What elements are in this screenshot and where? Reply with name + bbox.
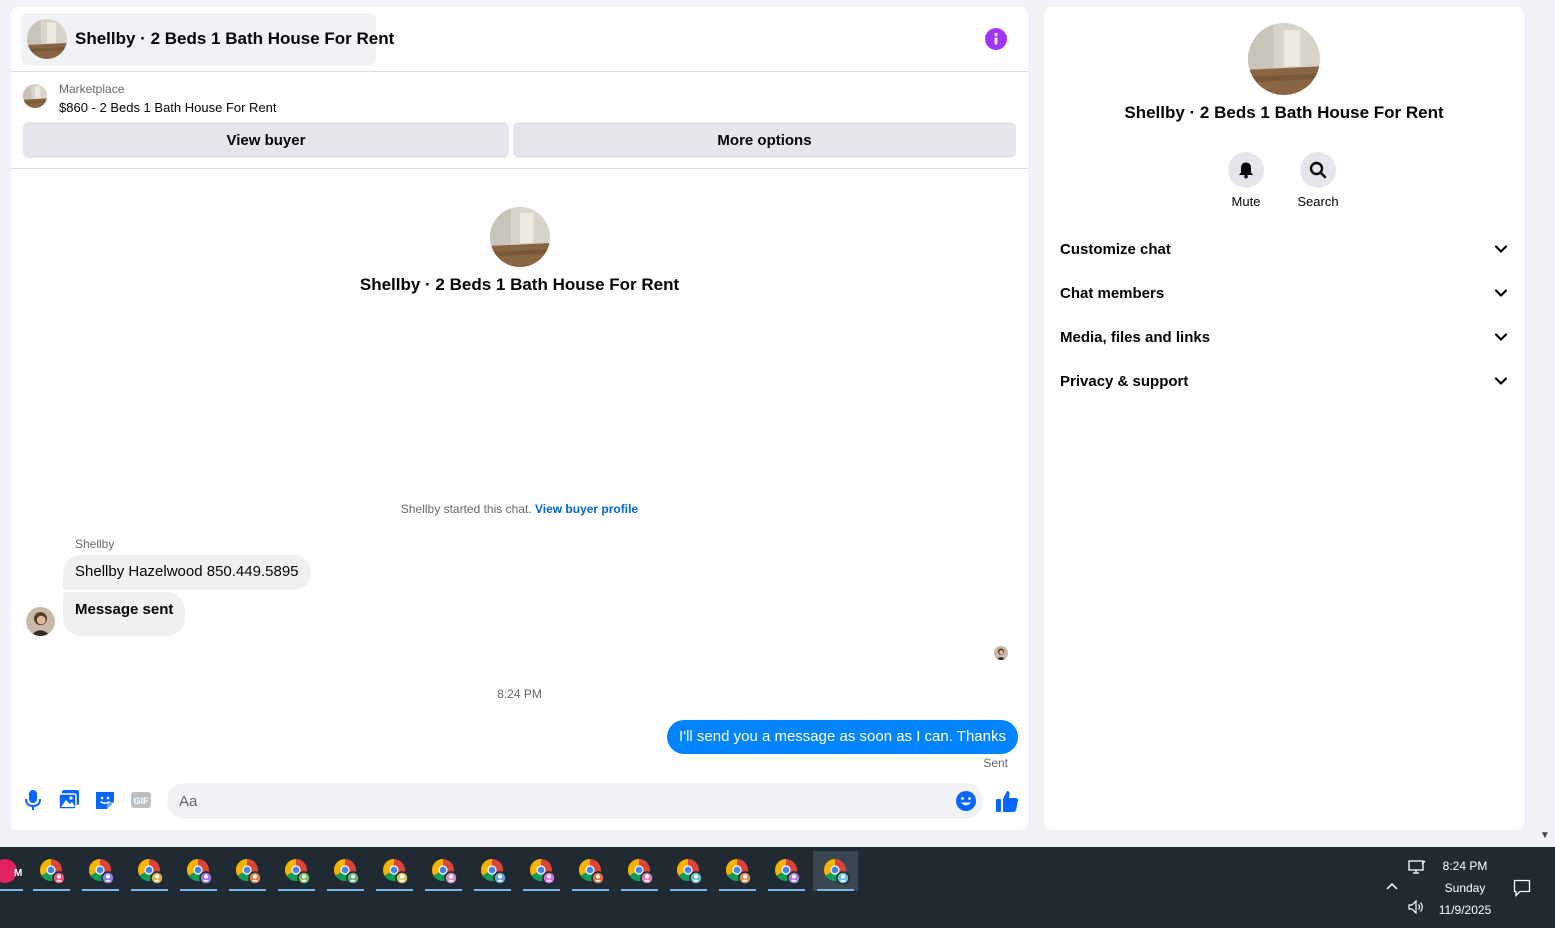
listing-source-label: Marketplace xyxy=(59,82,125,96)
section-label: Chat members xyxy=(1060,284,1165,302)
marketplace-listing-bar: Marketplace $860 - 2 Beds 1 Bath House F… xyxy=(11,72,1028,169)
taskbar-chrome-icon[interactable] xyxy=(225,851,270,891)
taskbar-chrome-icon[interactable] xyxy=(421,851,466,891)
emoji-icon[interactable] xyxy=(955,790,977,812)
chat-panel: Shellby · 2 Beds 1 Bath House For Rent M… xyxy=(11,7,1028,830)
thread-intro: Shellby · 2 Beds 1 Bath House For Rent xyxy=(11,207,1028,295)
info-panel-avatar[interactable] xyxy=(1248,23,1320,95)
message-timestamp: 8:24 PM xyxy=(497,687,542,701)
incoming-message[interactable]: Message sent xyxy=(63,592,186,636)
section-media-files-links[interactable]: Media, files and links xyxy=(1052,317,1516,357)
taskbar-chrome-icon[interactable] xyxy=(176,851,221,891)
more-options-button[interactable]: More options xyxy=(513,122,1016,158)
info-panel-name: Shellby · 2 Beds 1 Bath House For Rent xyxy=(1124,103,1444,122)
section-label: Privacy & support xyxy=(1060,372,1189,390)
thumbs-up-icon[interactable] xyxy=(994,788,1020,814)
mail-badge-letter: M xyxy=(14,868,22,879)
thread-intro-avatar xyxy=(490,207,550,267)
system-clock[interactable]: 8:24 PM Sunday 11/9/2025 xyxy=(1425,855,1505,921)
taskbar-chrome-icon[interactable] xyxy=(274,851,319,891)
scroll-down-arrow-icon[interactable]: ▼ xyxy=(1540,830,1550,841)
taskbar-chrome-icon[interactable] xyxy=(323,851,368,891)
chevron-down-icon xyxy=(1494,289,1508,297)
taskbar-chrome-icon[interactable] xyxy=(813,851,858,891)
section-label: Media, files and links xyxy=(1060,328,1211,346)
taskbar: M 8:24 PM Sunday 11/9/2025 xyxy=(0,847,1555,928)
chat-started-notice: Shellby started this chat. View buyer pr… xyxy=(11,502,1028,516)
search-icon xyxy=(1300,152,1336,188)
photo-icon[interactable] xyxy=(58,789,80,811)
taskbar-chrome-icon[interactable] xyxy=(78,851,123,891)
taskbar-chrome-icon[interactable] xyxy=(372,851,417,891)
clock-date: 11/9/2025 xyxy=(1438,903,1492,917)
section-label: Customize chat xyxy=(1060,240,1171,258)
clock-day: Sunday xyxy=(1444,881,1486,895)
chevron-down-icon xyxy=(1494,377,1508,385)
conversation-title: Shellby · 2 Beds 1 Bath House For Rent xyxy=(75,29,395,48)
sender-name: Shellby xyxy=(75,537,115,551)
volume-icon[interactable] xyxy=(1406,899,1426,915)
chat-started-text: Shellby started this chat. xyxy=(400,502,532,516)
outgoing-message[interactable]: I'll send you a message as soon as I can… xyxy=(667,720,1018,754)
taskbar-chrome-icon[interactable] xyxy=(29,851,74,891)
svg-text:GIF: GIF xyxy=(134,796,150,806)
search-button[interactable]: Search xyxy=(1288,152,1348,209)
taskbar-mail-app-icon[interactable]: M xyxy=(0,851,27,891)
view-buyer-profile-link[interactable]: View buyer profile xyxy=(535,502,638,516)
chat-header: Shellby · 2 Beds 1 Bath House For Rent xyxy=(11,7,1028,72)
taskbar-chrome-icon[interactable] xyxy=(127,851,172,891)
sender-avatar[interactable] xyxy=(26,607,55,636)
chevron-up-icon[interactable] xyxy=(1384,879,1400,893)
taskbar-chrome-icon[interactable] xyxy=(715,851,760,891)
network-icon[interactable] xyxy=(1407,859,1427,875)
conversation-avatar xyxy=(27,19,67,59)
taskbar-chrome-icon[interactable] xyxy=(568,851,613,891)
chevron-down-icon xyxy=(1494,245,1508,253)
message-composer: GIF xyxy=(11,779,1028,823)
view-buyer-button[interactable]: View buyer xyxy=(23,122,509,158)
taskbar-chrome-icon[interactable] xyxy=(764,851,809,891)
taskbar-chrome-icon[interactable] xyxy=(470,851,515,891)
bell-icon xyxy=(1228,152,1264,188)
mute-button[interactable]: Mute xyxy=(1216,152,1276,209)
listing-title[interactable]: $860 - 2 Beds 1 Bath House For Rent xyxy=(59,100,277,115)
listing-thumbnail[interactable] xyxy=(23,84,47,108)
gif-icon[interactable]: GIF xyxy=(130,789,152,811)
taskbar-chrome-icon[interactable] xyxy=(519,851,564,891)
conversation-info-panel: Shellby · 2 Beds 1 Bath House For Rent M… xyxy=(1044,7,1524,830)
thread-intro-name: Shellby · 2 Beds 1 Bath House For Rent xyxy=(359,275,680,294)
taskbar-chrome-icon[interactable] xyxy=(666,851,711,891)
message-status: Sent xyxy=(983,756,1008,770)
search-label: Search xyxy=(1297,194,1339,209)
seen-indicator-avatar xyxy=(994,646,1008,660)
section-customize-chat[interactable]: Customize chat xyxy=(1052,229,1516,269)
notification-center-icon[interactable] xyxy=(1512,878,1532,898)
conversation-title-button[interactable]: Shellby · 2 Beds 1 Bath House For Rent xyxy=(21,13,394,65)
sticker-icon[interactable] xyxy=(94,789,116,811)
chevron-down-icon xyxy=(1494,333,1508,341)
message-input[interactable] xyxy=(167,783,983,819)
section-chat-members[interactable]: Chat members xyxy=(1052,273,1516,313)
incoming-message[interactable]: Shellby Hazelwood 850.449.5895 xyxy=(63,555,311,590)
info-icon[interactable] xyxy=(985,28,1007,50)
microphone-icon[interactable] xyxy=(22,789,44,811)
taskbar-chrome-icon[interactable] xyxy=(617,851,662,891)
clock-time: 8:24 PM xyxy=(1442,859,1488,873)
section-privacy-support[interactable]: Privacy & support xyxy=(1052,361,1516,401)
mute-label: Mute xyxy=(1231,194,1261,209)
